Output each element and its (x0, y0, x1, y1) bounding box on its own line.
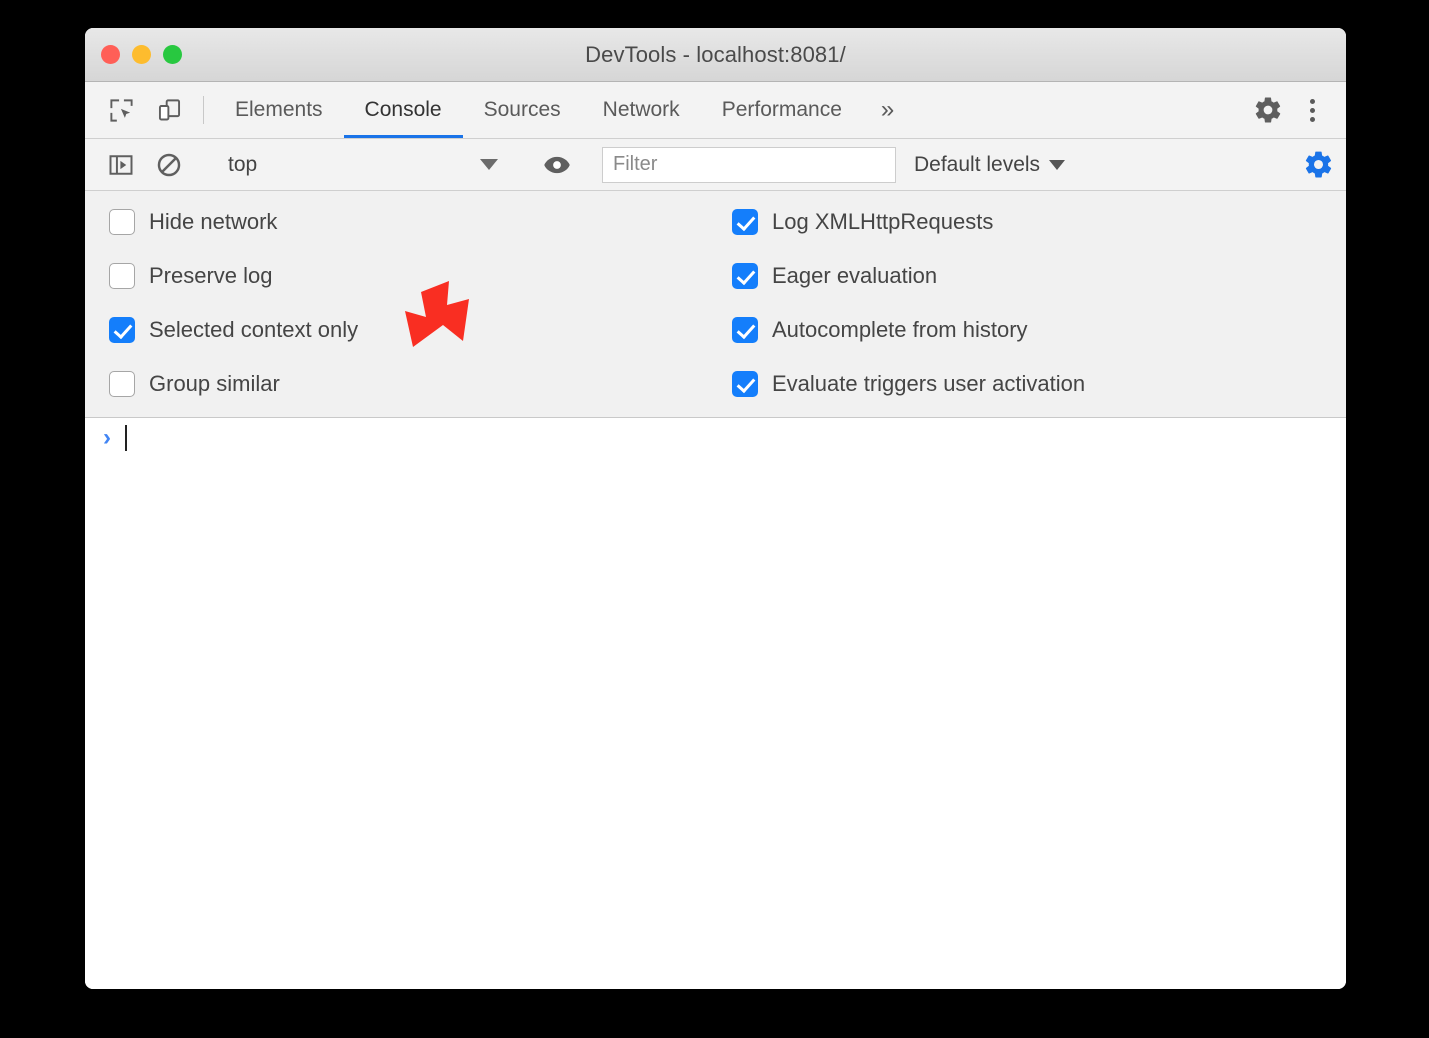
console-settings-right-column: Log XMLHttpRequests Eager evaluation Aut… (715, 205, 1346, 401)
execution-context-selector[interactable]: top (214, 139, 512, 191)
tabbar-divider (203, 96, 204, 124)
setting-group-similar[interactable]: Group similar (109, 367, 715, 401)
setting-preserve-log[interactable]: Preserve log (109, 259, 715, 293)
tab-console[interactable]: Console (344, 82, 463, 138)
clear-console-icon (155, 151, 183, 179)
minimize-window-button[interactable] (132, 45, 151, 64)
chevron-double-right-icon: » (881, 96, 894, 124)
console-settings-pane: Hide network Preserve log Selected conte… (85, 191, 1346, 418)
tab-network[interactable]: Network (582, 82, 701, 138)
kebab-dot-icon (1310, 99, 1315, 104)
inspect-element-icon (108, 97, 135, 124)
clear-console-button[interactable] (145, 139, 193, 191)
prompt-chevron-icon: › (103, 426, 111, 450)
tabbar-actions (1223, 82, 1346, 138)
chevron-down-icon (1049, 160, 1065, 170)
tab-performance[interactable]: Performance (701, 82, 863, 138)
devtools-tabbar: Elements Console Sources Network Perform… (85, 82, 1346, 139)
more-tabs-button[interactable]: » (863, 82, 912, 138)
eager-evaluation-label: Eager evaluation (772, 263, 937, 289)
tab-console-label: Console (365, 98, 442, 122)
kebab-dot-icon (1310, 117, 1315, 122)
window-controls (101, 28, 182, 81)
setting-evaluate-triggers-user-activation[interactable]: Evaluate triggers user activation (732, 367, 1346, 401)
console-filter-input[interactable] (602, 147, 896, 183)
preserve-log-checkbox[interactable] (109, 263, 135, 289)
maximize-window-button[interactable] (163, 45, 182, 64)
gear-icon (1253, 95, 1283, 125)
tab-sources[interactable]: Sources (463, 82, 582, 138)
tabbar-spacer (912, 82, 1223, 138)
device-toolbar-button[interactable] (145, 82, 193, 138)
console-settings-left-column: Hide network Preserve log Selected conte… (85, 205, 715, 401)
group-similar-checkbox[interactable] (109, 371, 135, 397)
setting-log-xmlhttprequests[interactable]: Log XMLHttpRequests (732, 205, 1346, 239)
selected-context-only-label: Selected context only (149, 317, 358, 343)
console-output-area[interactable]: › (85, 418, 1346, 989)
setting-eager-evaluation[interactable]: Eager evaluation (732, 259, 1346, 293)
tab-elements[interactable]: Elements (214, 82, 344, 138)
setting-autocomplete-from-history[interactable]: Autocomplete from history (732, 313, 1346, 347)
chevron-down-icon (480, 159, 498, 170)
log-xmlhttprequests-checkbox[interactable] (732, 209, 758, 235)
kebab-dot-icon (1310, 108, 1315, 113)
devtools-main-menu-button[interactable] (1292, 99, 1332, 122)
console-settings-gear-icon (1303, 149, 1334, 180)
devtools-window: DevTools - localhost:8081/ Elements Cons… (85, 28, 1346, 989)
tab-performance-label: Performance (722, 98, 842, 122)
log-xmlhttprequests-label: Log XMLHttpRequests (772, 209, 993, 235)
setting-hide-network[interactable]: Hide network (109, 205, 715, 239)
log-level-label: Default levels (914, 153, 1040, 177)
autocomplete-from-history-checkbox[interactable] (732, 317, 758, 343)
hide-network-checkbox[interactable] (109, 209, 135, 235)
console-sidebar-icon (107, 151, 135, 179)
autocomplete-from-history-label: Autocomplete from history (772, 317, 1028, 343)
tab-sources-label: Sources (484, 98, 561, 122)
tab-network-label: Network (603, 98, 680, 122)
devtools-settings-button[interactable] (1244, 95, 1292, 125)
evaluate-triggers-user-activation-checkbox[interactable] (732, 371, 758, 397)
execution-context-label: top (228, 153, 257, 177)
text-cursor (125, 425, 127, 451)
log-level-selector[interactable]: Default levels (896, 153, 1083, 177)
create-live-expression-button[interactable] (533, 139, 581, 191)
tab-elements-label: Elements (235, 98, 323, 122)
live-expression-icon (542, 150, 572, 180)
window-title: DevTools - localhost:8081/ (85, 42, 1346, 68)
console-toolbar: top Default levels (85, 139, 1346, 191)
console-settings-button[interactable] (1290, 139, 1346, 191)
group-similar-label: Group similar (149, 371, 280, 397)
eager-evaluation-checkbox[interactable] (732, 263, 758, 289)
console-prompt-row[interactable]: › (85, 418, 1346, 458)
hide-network-label: Hide network (149, 209, 277, 235)
preserve-log-label: Preserve log (149, 263, 273, 289)
close-window-button[interactable] (101, 45, 120, 64)
window-titlebar: DevTools - localhost:8081/ (85, 28, 1346, 82)
selected-context-only-checkbox[interactable] (109, 317, 135, 343)
console-sidebar-toggle-button[interactable] (97, 139, 145, 191)
setting-selected-context-only[interactable]: Selected context only (109, 313, 715, 347)
evaluate-triggers-user-activation-label: Evaluate triggers user activation (772, 371, 1085, 397)
inspect-element-button[interactable] (97, 82, 145, 138)
device-toolbar-icon (156, 97, 183, 124)
